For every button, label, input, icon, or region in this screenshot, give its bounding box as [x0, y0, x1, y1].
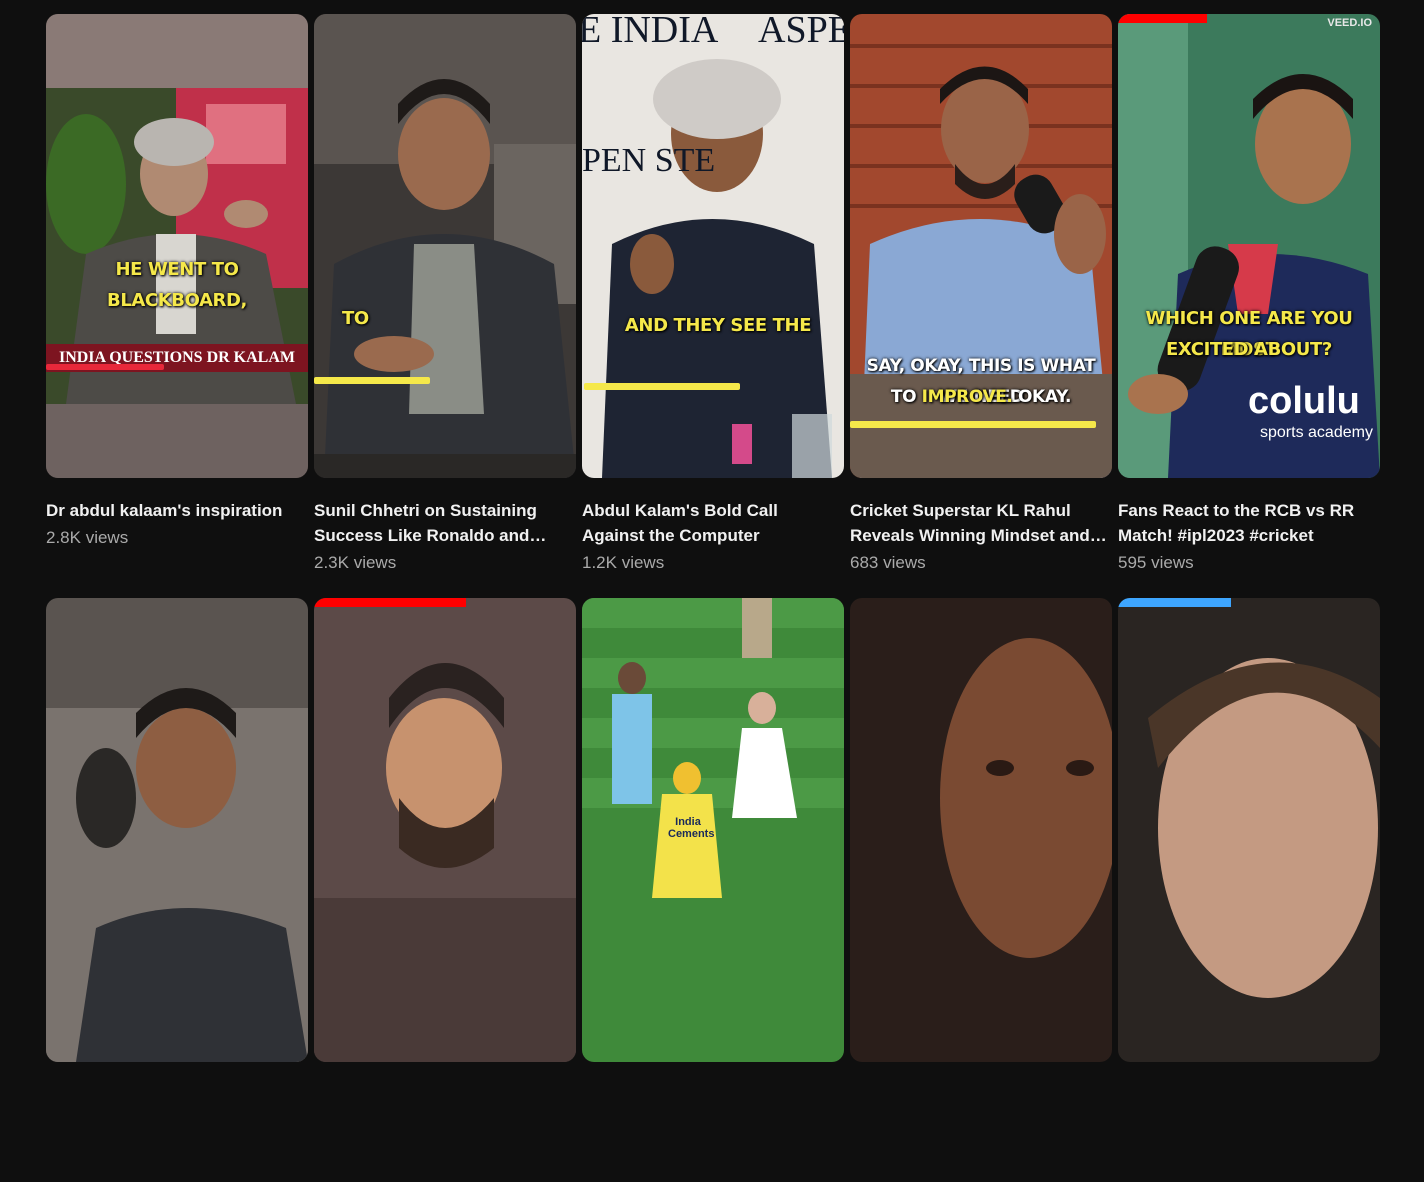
video-meta: Abdul Kalam's Bold Call Against the Comp…: [582, 478, 844, 575]
video-meta: Dr abdul kalaam's inspiration 2.8K views: [46, 478, 308, 550]
caption-underline: [314, 377, 430, 384]
short-thumbnail[interactable]: TO: [314, 14, 576, 478]
jersey-subtitle: sports academy: [1260, 424, 1373, 441]
short-thumbnail[interactable]: VEED.IO WHICH ONE ARE YOU MOST EXCITED A…: [1118, 14, 1380, 478]
video-title[interactable]: Dr abdul kalaam's inspiration: [46, 498, 308, 523]
caption-word: TO: [890, 387, 922, 407]
short-thumbnail[interactable]: India Cements: [582, 598, 844, 1062]
short-card[interactable]: [314, 598, 576, 1182]
short-thumbnail[interactable]: SAY, OKAY, THIS IS WHAT WE NEED TO IMPRO…: [850, 14, 1112, 478]
video-meta: Fans React to the RCB vs RR Match! #ipl2…: [1118, 478, 1380, 575]
sign-text-middle: PEN STE: [582, 142, 716, 179]
view-count: 595 views: [1118, 553, 1194, 572]
video-meta: Sunil Chhetri on Sustaining Success Like…: [314, 478, 576, 575]
short-card[interactable]: [46, 598, 308, 1182]
short-card[interactable]: TO Sunil Chhetri on Sustaining Success L…: [314, 14, 576, 598]
short-card[interactable]: India Cements: [582, 598, 844, 1182]
view-count: 2.3K views: [314, 553, 397, 572]
sign-text-left: E INDIA: [582, 14, 719, 51]
short-card[interactable]: VEED.IO WHICH ONE ARE YOU MOST EXCITED A…: [1118, 14, 1380, 598]
jersey-text: India Cements: [668, 816, 715, 840]
short-thumbnail[interactable]: [1118, 598, 1380, 1062]
video-title[interactable]: Sunil Chhetri on Sustaining Success Like…: [314, 498, 576, 548]
news-red-bar: [46, 364, 164, 370]
jersey-brand: colulu: [1248, 380, 1360, 422]
thumbnail-image: [582, 14, 844, 478]
short-card[interactable]: E INDIA ASPE PEN STE AND THEY SEE THE Ab…: [582, 14, 844, 598]
video-caption: AND THEY SEE THE: [624, 315, 812, 336]
watch-progress-bar: [314, 598, 466, 607]
short-thumbnail[interactable]: [850, 598, 1112, 1062]
short-thumbnail[interactable]: INDIA QUESTIONS DR KALAM HE WENT TO BLAC…: [46, 14, 308, 478]
video-caption-line2: TO IMPROVE. OKAY.: [850, 382, 1112, 413]
watch-progress-bar: [1118, 14, 1208, 23]
short-card[interactable]: [850, 598, 1112, 1182]
video-title[interactable]: Abdul Kalam's Bold Call Against the Comp…: [582, 498, 844, 548]
caption-highlight: IMPROVE.: [921, 387, 1013, 407]
short-card[interactable]: SAY, OKAY, THIS IS WHAT WE NEED TO IMPRO…: [850, 14, 1112, 598]
video-meta: Cricket Superstar KL Rahul Reveals Winni…: [850, 478, 1112, 575]
view-count: 2.8K views: [46, 528, 129, 547]
short-thumbnail[interactable]: [46, 598, 308, 1062]
shorts-grid: INDIA QUESTIONS DR KALAM HE WENT TO BLAC…: [46, 14, 1380, 1182]
thumbnail-image: [1118, 598, 1380, 1062]
sign-text-right: ASPE: [758, 14, 844, 51]
video-caption: HE WENT TO BLACKBOARD,: [107, 259, 247, 311]
short-thumbnail[interactable]: E INDIA ASPE PEN STE AND THEY SEE THE: [582, 14, 844, 478]
video-title[interactable]: Cricket Superstar KL Rahul Reveals Winni…: [850, 498, 1112, 548]
thumbnail-image: [46, 598, 308, 1062]
video-title[interactable]: Fans React to the RCB vs RR Match! #ipl2…: [1118, 498, 1380, 548]
video-caption: TO: [342, 308, 369, 329]
thumbnail-image: [314, 14, 576, 478]
thumbnail-image: [46, 14, 308, 478]
short-card[interactable]: [1118, 598, 1380, 1182]
thumbnail-image: [314, 598, 576, 1062]
view-count: 683 views: [850, 553, 926, 572]
caption-underline: [850, 421, 1096, 428]
short-card[interactable]: INDIA QUESTIONS DR KALAM HE WENT TO BLAC…: [46, 14, 308, 598]
caption-word: OKAY.: [1012, 387, 1072, 407]
thumbnail-image: [850, 598, 1112, 1062]
veed-watermark: VEED.IO: [1327, 17, 1372, 29]
watch-progress-bar: [1118, 598, 1231, 607]
short-thumbnail[interactable]: [314, 598, 576, 1062]
video-caption-line2: EXCITED ABOUT?: [1166, 339, 1332, 360]
caption-underline: [584, 383, 740, 390]
view-count: 1.2K views: [582, 553, 665, 572]
